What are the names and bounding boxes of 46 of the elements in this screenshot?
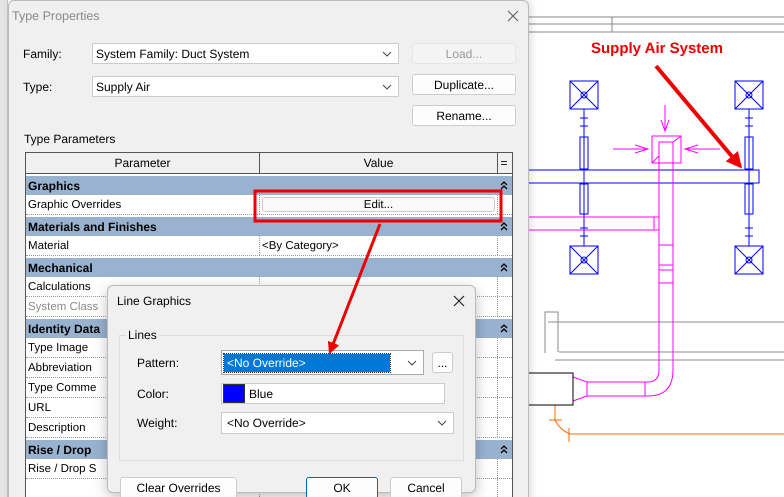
column-header[interactable]: Value (260, 153, 498, 173)
column-header[interactable]: = (498, 153, 510, 173)
dialog-button[interactable]: Rename... (412, 105, 516, 126)
group-label: Lines (126, 328, 159, 342)
chevron-icon (382, 50, 392, 56)
dropdown[interactable]: Supply Air (92, 76, 399, 97)
section-label: Type Parameters (23, 131, 116, 146)
field-label: Family: (23, 46, 63, 60)
group-label: Rise / Drop (28, 442, 92, 456)
parameter-value[interactable]: <By Category> (262, 240, 339, 252)
collapse-icon[interactable] (500, 180, 508, 190)
color-field[interactable]: Blue (221, 383, 445, 404)
dropdown[interactable]: System Family: Duct System (92, 43, 399, 64)
window-title: Type Properties (12, 9, 100, 23)
collapse-icon[interactable] (500, 222, 508, 232)
dialog-title: Line Graphics (117, 294, 192, 308)
parameter-name: Material (26, 236, 260, 255)
dropdown-value: <No Override> (224, 354, 390, 372)
field-label: Weight: (137, 416, 178, 430)
group-label: Graphics (28, 178, 80, 192)
dialog-button[interactable]: Clear Overrides (120, 477, 237, 497)
dropdown[interactable]: <No Override> (221, 350, 424, 375)
field-label: Type: (23, 80, 54, 94)
dialog-button[interactable]: Duplicate... (412, 74, 516, 95)
group-label: Materials and Finishes (28, 220, 157, 234)
field-label: Pattern: (137, 356, 180, 370)
chevron-icon (437, 420, 447, 426)
browse-button[interactable]: ... (432, 352, 453, 373)
dropdown[interactable]: <No Override> (221, 412, 454, 434)
group-label: Identity Data (28, 322, 100, 336)
column-header[interactable]: Parameter (26, 153, 260, 173)
group-row[interactable]: Mechanical (26, 258, 512, 277)
dialog-button[interactable]: Cancel (390, 477, 462, 497)
collapse-icon[interactable] (500, 324, 508, 334)
parameter-name: Graphic Overrides (26, 195, 260, 214)
chevron-icon (407, 360, 417, 366)
group-row[interactable]: Graphics (26, 176, 512, 195)
chevron-icon (382, 84, 392, 90)
group-label: Mechanical (28, 260, 93, 274)
collapse-icon[interactable] (500, 262, 508, 272)
group-row[interactable]: Materials and Finishes (26, 217, 512, 236)
dialog-button[interactable]: OK (306, 477, 378, 497)
collapse-icon[interactable] (500, 444, 508, 454)
close-icon[interactable] (453, 295, 465, 307)
annotation-label: Supply Air System (591, 40, 723, 57)
edit-button[interactable]: Edit... (262, 197, 495, 212)
